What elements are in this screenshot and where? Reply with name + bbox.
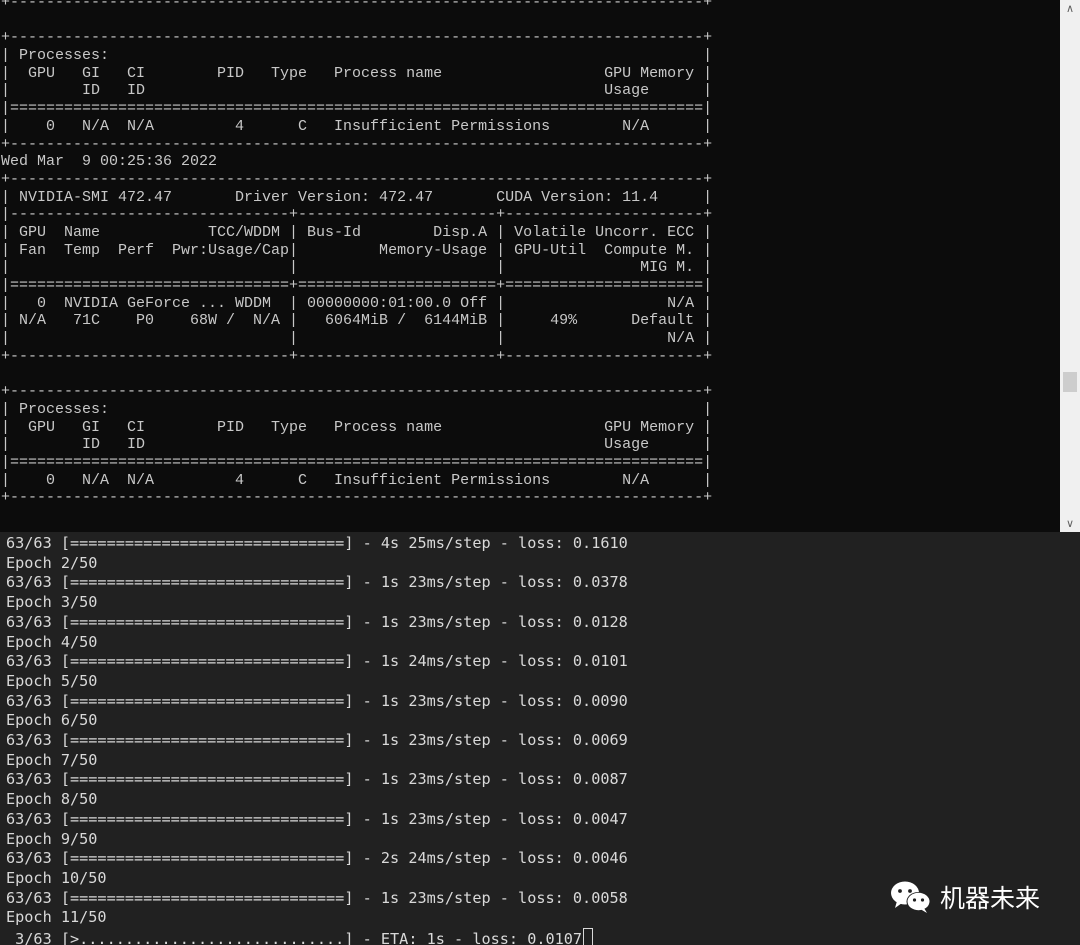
current-progress-line: 3/63 [>.............................] - … — [6, 930, 583, 945]
terminal-line: | GPU Name TCC/WDDM | Bus-Id Disp.A | Vo… — [1, 223, 713, 241]
terminal-line: Epoch 4/50 — [6, 632, 98, 651]
terminal-line: | 0 NVIDIA GeForce ... WDDM | 00000000:0… — [1, 294, 713, 312]
scroll-up-icon[interactable]: ∧ — [1060, 0, 1080, 17]
terminal-line: 63/63 [==============================] -… — [6, 534, 628, 552]
terminal-line: Wed Mar 9 00:25:36 2022 — [1, 153, 218, 171]
terminal-line: | | | MIG M. | — [1, 259, 713, 277]
terminal-line: | 0 N/A N/A 4 C Insufficient Permissions… — [1, 471, 713, 489]
text-cursor — [583, 928, 594, 945]
terminal-line: Epoch 7/50 — [6, 750, 98, 769]
terminal-line: 63/63 [==============================] -… — [6, 731, 628, 750]
terminal-line: 63/63 [==============================] -… — [6, 809, 628, 828]
terminal-line: | GPU GI CI PID Type Process name GPU Me… — [1, 418, 713, 436]
terminal-line: |=======================================… — [1, 100, 713, 118]
terminal-line: 63/63 [==============================] -… — [6, 888, 628, 907]
terminal-line: +---------------------------------------… — [1, 170, 713, 188]
watermark: 机器未来 — [890, 880, 1040, 914]
terminal-line: | GPU GI CI PID Type Process name GPU Me… — [1, 64, 713, 82]
terminal-line: |-------------------------------+-------… — [1, 206, 713, 224]
terminal-line: | ID ID Usage | — [1, 82, 713, 100]
training-log-output: 63/63 [==============================] -… — [6, 534, 628, 945]
terminal-line: 63/63 [==============================] -… — [6, 849, 628, 868]
terminal-line: | 0 N/A N/A 4 C Insufficient Permissions… — [1, 117, 713, 135]
terminal-line: +---------------------------------------… — [1, 383, 713, 401]
terminal-line: | | | N/A | — [1, 330, 713, 348]
terminal-line: 63/63 [==============================] -… — [6, 691, 628, 710]
nvidia-smi-output: +---------------------------------------… — [1, 0, 712, 507]
terminal-line: 63/63 [==============================] -… — [6, 770, 628, 789]
terminal-line: +---------------------------------------… — [1, 0, 713, 11]
terminal-line: | Fan Temp Perf Pwr:Usage/Cap| Memory-Us… — [1, 241, 713, 259]
terminal-line: 63/63 [==============================] -… — [6, 652, 628, 671]
watermark-text: 机器未来 — [940, 884, 1041, 913]
terminal-line: 63/63 [==============================] -… — [6, 612, 628, 631]
terminal-line: | Processes: | — [1, 47, 713, 65]
terminal-line: Epoch 3/50 — [6, 593, 98, 612]
terminal-line: Epoch 10/50 — [6, 868, 107, 887]
terminal-line: | NVIDIA-SMI 472.47 Driver Version: 472.… — [1, 188, 713, 206]
terminal-line: |===============================+=======… — [1, 277, 713, 294]
wechat-icon — [891, 881, 931, 913]
terminal-line: +-------------------------------+-------… — [1, 347, 713, 365]
terminal-line: +---------------------------------------… — [1, 29, 713, 47]
terminal-line: Epoch 6/50 — [6, 711, 98, 730]
terminal-line: | N/A 71C P0 68W / N/A | 6064MiB / 6144M… — [1, 312, 713, 330]
scroll-down-icon[interactable]: ∨ — [1060, 515, 1080, 532]
terminal-line: 63/63 [==============================] -… — [6, 573, 628, 592]
scrollbar-thumb[interactable] — [1063, 372, 1077, 392]
terminal-line: | Processes: | — [1, 400, 713, 418]
terminal-line: |=======================================… — [1, 453, 713, 471]
vertical-scrollbar[interactable]: ∧ ∨ — [1060, 0, 1080, 532]
terminal-line: Epoch 8/50 — [6, 790, 98, 809]
terminal-line: +---------------------------------------… — [1, 135, 713, 153]
terminal-line: Epoch 2/50 — [6, 553, 98, 572]
terminal-line: +---------------------------------------… — [1, 489, 713, 507]
nvidia-smi-terminal[interactable]: +---------------------------------------… — [0, 0, 1060, 532]
terminal-line: Epoch 9/50 — [6, 829, 98, 848]
terminal-line: Epoch 5/50 — [6, 671, 98, 690]
terminal-line: Epoch 11/50 — [6, 908, 107, 927]
terminal-line: | ID ID Usage | — [1, 436, 713, 454]
